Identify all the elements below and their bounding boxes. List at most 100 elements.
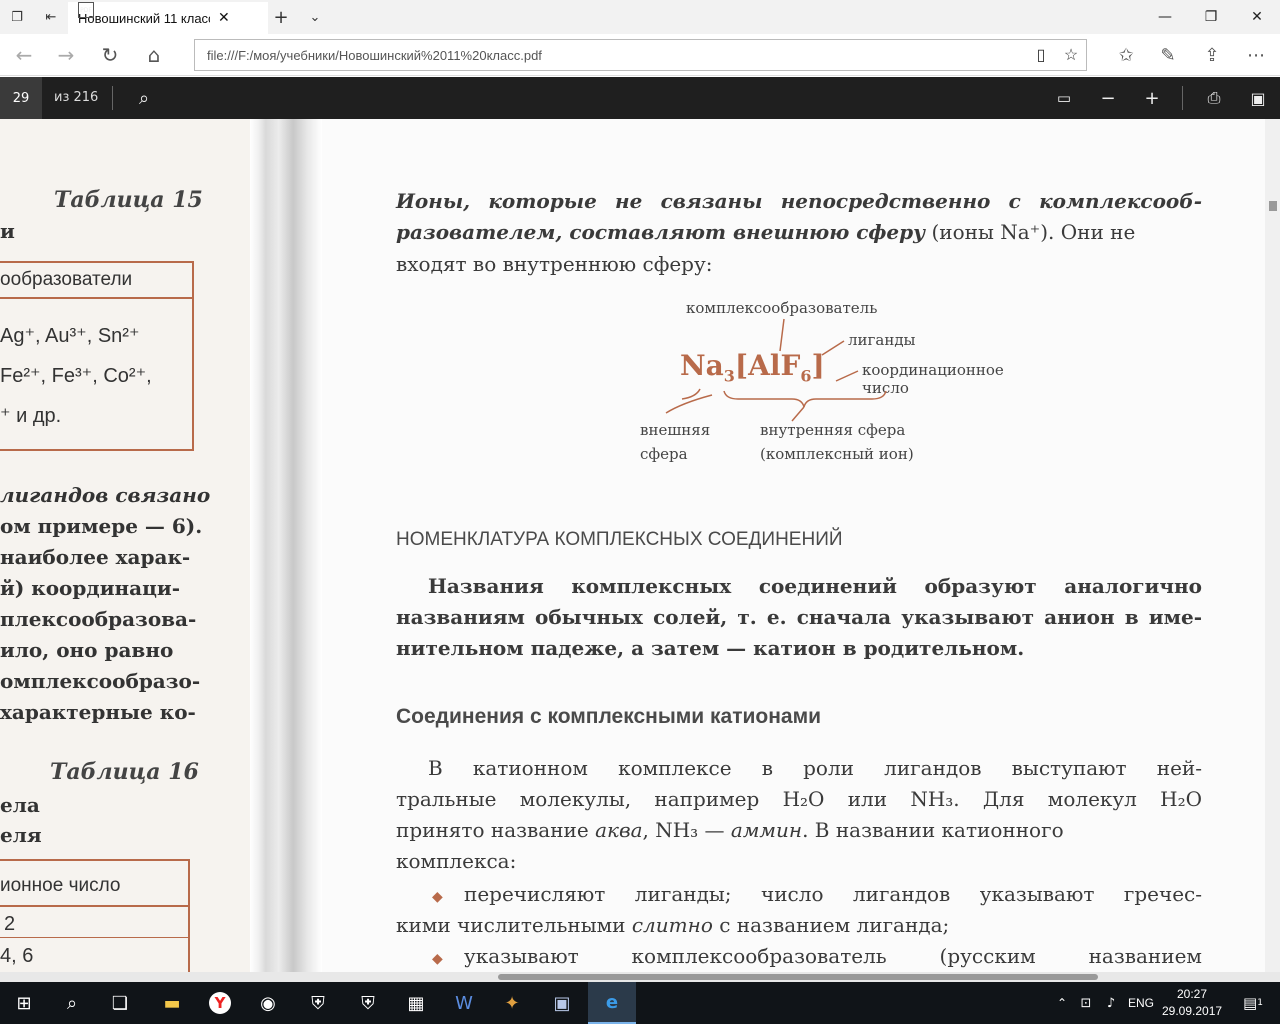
new-tab-button[interactable]: +	[264, 0, 298, 34]
paragraph-line: омплексообразо-	[0, 669, 201, 693]
table-title-fragment: и	[0, 219, 15, 243]
windows-start-icon[interactable]: ⊞	[0, 982, 48, 1024]
paragraph-line: плексообразова-	[0, 607, 197, 631]
table-rule	[0, 905, 190, 907]
paragraph-line: В катионном комплексе в роли лигандов вы…	[428, 756, 1202, 780]
home-button[interactable]: ⌂	[134, 38, 174, 72]
scrollbar-thumb[interactable]	[498, 974, 1098, 980]
task-view-icon[interactable]: ❏	[96, 982, 144, 1024]
zoom-out-icon[interactable]: −	[1088, 77, 1128, 119]
text-run-italic: аква	[595, 818, 643, 842]
notification-count: 1	[1257, 998, 1263, 1008]
address-text: file:///F:/моя/учебники/Новошинский%2011…	[207, 47, 542, 63]
table-cell: ⁺ и др.	[0, 405, 62, 427]
vertical-scrollbar[interactable]	[1265, 119, 1280, 972]
diagram-lines	[665, 318, 887, 422]
word-icon[interactable]: W	[440, 982, 488, 1024]
tab-title: Новошинский 11 класс	[78, 10, 210, 26]
fit-to-page-icon[interactable]: ▭	[1044, 77, 1084, 119]
yandex-browser-icon[interactable]: Y	[196, 982, 244, 1024]
paragraph-line: комплекса:	[396, 849, 517, 873]
navigation-bar: ← → ↻ ⌂ file:///F:/моя/учебники/Новошинс…	[0, 34, 1280, 76]
clock-time: 20:27	[1176, 987, 1208, 1001]
app-icon[interactable]: ✦	[488, 982, 536, 1024]
tab-active[interactable]: PDF Новошинский 11 класс ✕	[68, 2, 268, 34]
paragraph-line: входят во внутреннюю сферу:	[396, 252, 713, 276]
paragraph-line: Названия комплексных соединений образуют…	[428, 574, 1202, 598]
world-of-warships-icon[interactable]: ⛨	[344, 982, 392, 1024]
text-run: разователем, составляют	[396, 220, 733, 244]
show-hidden-icons-chevron-icon[interactable]: ⌃	[1048, 982, 1076, 1024]
paragraph-line: характерные ко-	[0, 700, 196, 724]
scrollbar-thumb[interactable]	[1269, 201, 1277, 211]
forward-button[interactable]: →	[46, 38, 86, 72]
share-icon[interactable]: ⇪	[1192, 38, 1232, 72]
bullet-diamond-icon: ◆	[432, 889, 443, 905]
right-page: Ионы, которые не связаны непосредственно…	[322, 119, 1265, 972]
page-gutter	[250, 119, 322, 972]
volume-icon[interactable]: ♪	[1098, 982, 1124, 1024]
table-caption: Таблица 16	[50, 759, 199, 785]
tab-manager-icon[interactable]: ❐	[0, 0, 34, 34]
diagram-label: внешняя	[640, 421, 711, 439]
divider	[1182, 86, 1183, 110]
network-icon[interactable]: ⊡	[1074, 982, 1098, 1024]
bullet-line: указывают комплексообразователь (русским…	[464, 944, 1202, 968]
zoom-in-icon[interactable]: +	[1132, 77, 1172, 119]
steam-icon[interactable]: ◉	[244, 982, 292, 1024]
clock[interactable]: 20:27 29.09.2017	[1162, 986, 1222, 1020]
bullet-line: кими числительными слитно с названием ли…	[396, 913, 1202, 937]
table-cell: 4, 6	[0, 945, 34, 967]
subsection-heading: Соединения с комплексными катионами	[396, 705, 822, 728]
favorites-hub-icon[interactable]: ✩	[1106, 38, 1146, 72]
file-explorer-icon[interactable]: ▬	[148, 982, 196, 1024]
clock-date: 29.09.2017	[1162, 1004, 1223, 1018]
edge-icon[interactable]: e	[588, 982, 636, 1024]
save-icon[interactable]: ▣	[1238, 77, 1278, 119]
restore-button[interactable]: ❐	[1188, 0, 1234, 34]
calculator-icon[interactable]: ▦	[392, 982, 440, 1024]
action-center-icon[interactable]: ▤ 1	[1230, 982, 1276, 1024]
table-rule	[0, 937, 190, 938]
divider	[112, 86, 113, 110]
page-number-input[interactable]: 29	[0, 77, 42, 119]
horizontal-scrollbar[interactable]	[0, 972, 1280, 982]
text-run: . В названии катионного	[802, 818, 1064, 842]
back-button[interactable]: ←	[4, 38, 44, 72]
paragraph-line: лигандов связано	[0, 483, 211, 507]
paragraph-line: ило, оно равно	[0, 638, 174, 662]
diagram-label: сфера	[640, 445, 688, 463]
title-bar: ❐ ⇤ PDF Новошинский 11 класс ✕ + ⌄ — ❐ ✕	[0, 0, 1280, 34]
close-tab-icon[interactable]: ✕	[218, 10, 230, 26]
address-bar[interactable]: file:///F:/моя/учебники/Новошинский%2011…	[194, 39, 1087, 71]
search-icon[interactable]: ⌕	[124, 77, 164, 119]
paragraph-line: наиболее харак-	[0, 545, 191, 569]
more-icon[interactable]: ⋯	[1236, 38, 1276, 72]
table-caption: Таблица 15	[54, 187, 203, 213]
tab-preview-chevron-icon[interactable]: ⌄	[298, 0, 332, 34]
text-run-italic: аммин	[730, 818, 803, 842]
reading-view-icon[interactable]: ▯	[1026, 45, 1056, 65]
minimize-button[interactable]: —	[1142, 0, 1188, 34]
table-title-fragment: ела	[0, 793, 40, 817]
search-icon[interactable]: ⌕	[48, 982, 96, 1024]
paragraph-line: Ионы, которые не связаны непосредственно…	[396, 189, 1202, 213]
close-window-button[interactable]: ✕	[1234, 0, 1280, 34]
table-cell: Fe²⁺, Fe³⁺, Co²⁺,	[0, 365, 152, 387]
text-run: , NH₃ —	[642, 818, 731, 842]
print-icon[interactable]: ⎙	[1194, 77, 1234, 119]
text-run: с названием лиганда;	[712, 913, 950, 937]
diagram-label: внутренняя сфера	[760, 421, 906, 439]
save-app-icon[interactable]: ▣	[538, 982, 586, 1024]
pdf-document-view[interactable]: Таблица 15 и ообразователи Ag⁺, Au³⁺, Sn…	[0, 119, 1265, 972]
favorite-star-icon[interactable]: ☆	[1056, 45, 1086, 65]
world-of-tanks-icon[interactable]: ⛨	[294, 982, 342, 1024]
text-run: (ионы Na⁺). Они не	[925, 220, 1136, 244]
set-tabs-aside-icon[interactable]: ⇤	[34, 0, 68, 34]
web-note-icon[interactable]: ✎	[1148, 38, 1188, 72]
bullet-diamond-icon: ◆	[432, 951, 443, 967]
language-indicator[interactable]: ENG	[1128, 982, 1154, 1024]
text-run-italic: слитно	[631, 913, 713, 937]
paragraph-line: названиям обычных солей, т. е. сначала у…	[396, 605, 1202, 629]
refresh-button[interactable]: ↻	[90, 38, 130, 72]
